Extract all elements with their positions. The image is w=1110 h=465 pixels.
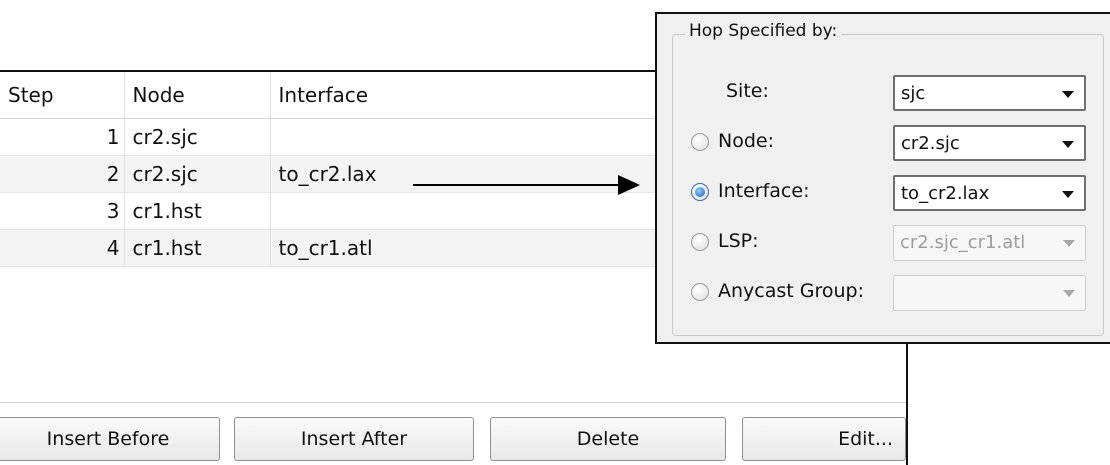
site-row: Site: sjc (673, 73, 1101, 113)
callout-arrow-line (413, 184, 623, 186)
node-cell: cr2.sjc (124, 155, 271, 193)
chevron-down-icon (1063, 240, 1075, 247)
node-cell: cr1.hst (124, 192, 271, 230)
delete-button[interactable]: Delete (490, 417, 726, 461)
lsp-radio[interactable] (691, 233, 709, 251)
site-label: Site: (726, 80, 769, 102)
step-cell: 2 (0, 155, 125, 193)
lsp-label: LSP: (718, 230, 759, 252)
insert-before-button[interactable]: Insert Before (0, 417, 220, 461)
interface-label: Interface: (718, 180, 810, 202)
interface-dropdown[interactable]: to_cr2.lax (893, 175, 1086, 211)
node-cell: cr2.sjc (124, 118, 271, 156)
step-cell: 1 (0, 118, 125, 156)
edit-button[interactable]: Edit... (742, 417, 906, 461)
insert-after-button[interactable]: Insert After (234, 417, 474, 461)
interface-value: to_cr2.lax (901, 183, 990, 204)
node-value: cr2.sjc (901, 133, 960, 154)
node-dropdown[interactable]: cr2.sjc (893, 125, 1086, 161)
anycast-dropdown (893, 275, 1086, 311)
step-cell: 3 (0, 192, 125, 230)
anycast-row: Anycast Group: (673, 273, 1101, 313)
hop-specified-group: Hop Specified by: Site: sjc Node: cr2.sj… (672, 21, 1104, 336)
interface-radio[interactable] (691, 183, 709, 201)
interface-row: Interface: to_cr2.lax (673, 173, 1101, 213)
callout-arrow-head (618, 175, 640, 195)
chevron-down-icon (1062, 191, 1074, 198)
site-value: sjc (901, 83, 926, 104)
step-cell: 4 (0, 229, 125, 267)
chevron-down-icon (1062, 91, 1074, 98)
node-radio[interactable] (691, 133, 709, 151)
column-header-node[interactable]: Node (124, 72, 271, 119)
chevron-down-icon (1062, 141, 1074, 148)
lsp-value: cr2.sjc_cr1.atl (900, 232, 1026, 253)
site-dropdown[interactable]: sjc (893, 75, 1086, 111)
anycast-label: Anycast Group: (718, 280, 865, 302)
lsp-dropdown: cr2.sjc_cr1.atl (893, 225, 1086, 261)
chevron-down-icon (1063, 290, 1075, 297)
column-header-step[interactable]: Step (0, 72, 125, 119)
lsp-row: LSP: cr2.sjc_cr1.atl (673, 223, 1101, 263)
node-label: Node: (718, 130, 774, 152)
node-cell: cr1.hst (124, 229, 271, 267)
group-title: Hop Specified by: (685, 21, 842, 41)
hop-specified-dialog: Hop Specified by: Site: sjc Node: cr2.sj… (655, 12, 1110, 344)
node-row: Node: cr2.sjc (673, 123, 1101, 163)
table-button-bar: Insert Before Insert After Delete Edit..… (0, 402, 906, 463)
anycast-radio[interactable] (691, 283, 709, 301)
